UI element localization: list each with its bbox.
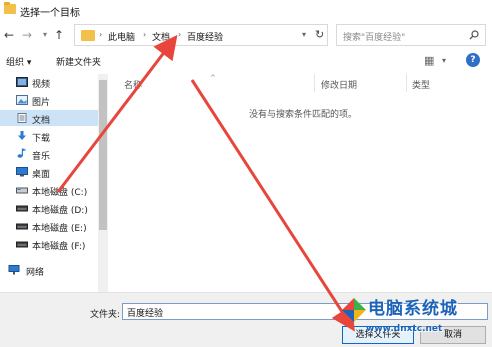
column-divider[interactable]: [314, 74, 315, 92]
refresh-icon[interactable]: ↻: [315, 28, 324, 41]
sort-chevron-up-icon: ^: [210, 74, 216, 82]
column-divider[interactable]: [406, 74, 407, 92]
sidebar-scrollbar[interactable]: [98, 74, 108, 292]
network-icon: [8, 265, 20, 275]
sidebar-item-network[interactable]: 网络: [0, 262, 98, 278]
pictures-icon: [16, 95, 28, 105]
breadcrumb-documents[interactable]: 文档: [152, 30, 170, 43]
forward-arrow-icon[interactable]: →: [20, 27, 34, 43]
breadcrumb-separator-icon[interactable]: ›: [99, 30, 102, 39]
sidebar-item-label: 文档: [32, 116, 51, 126]
column-header-row: 名称 ^ 修改日期 类型: [110, 74, 492, 94]
folder-icon: [81, 30, 95, 41]
sidebar-item-label: 本地磁盘 (C:): [32, 188, 88, 198]
navigation-pane: 视频 图片 文档 下载 音乐 桌面 本地磁盘 (C:) 本地磁盘 (D:) 本地…: [0, 74, 110, 292]
sidebar-item-label: 本地磁盘 (D:): [32, 206, 88, 216]
sidebar-item-downloads[interactable]: 下载: [0, 128, 98, 144]
folder-icon: [4, 2, 16, 14]
sidebar-item-videos[interactable]: 视频: [0, 74, 98, 90]
sidebar-item-label: 视频: [32, 80, 51, 90]
column-header-type[interactable]: 类型: [412, 78, 430, 91]
breadcrumb-separator-icon[interactable]: ›: [178, 30, 181, 39]
sidebar-item-drive-c[interactable]: 本地磁盘 (C:): [0, 182, 98, 198]
sidebar-item-drive-d[interactable]: 本地磁盘 (D:): [0, 200, 98, 216]
view-dropdown-chevron-icon[interactable]: ▾: [442, 56, 446, 65]
sidebar-item-label: 本地磁盘 (E:): [32, 224, 87, 234]
documents-icon: [17, 113, 27, 123]
sidebar-item-desktop[interactable]: 桌面: [0, 164, 98, 180]
drive-icon: [16, 187, 28, 194]
sidebar-item-drive-e[interactable]: 本地磁盘 (E:): [0, 218, 98, 234]
sidebar-item-music[interactable]: 音乐: [0, 146, 98, 162]
music-icon: [17, 148, 27, 158]
new-folder-button[interactable]: 新建文件夹: [56, 55, 101, 68]
breadcrumb-this-pc[interactable]: 此电脑: [108, 30, 135, 43]
sidebar-item-drive-f[interactable]: 本地磁盘 (F:): [0, 236, 98, 252]
sidebar-item-label: 音乐: [32, 152, 51, 162]
scrollbar-thumb[interactable]: [99, 80, 107, 230]
column-header-name[interactable]: 名称: [124, 78, 142, 91]
sidebar-item-label: 图片: [32, 98, 51, 108]
drive-icon: [16, 241, 28, 248]
sidebar-item-label: 桌面: [32, 170, 51, 180]
select-folder-button[interactable]: 选择文件夹: [342, 326, 414, 344]
desktop-icon: [16, 167, 28, 177]
drive-icon: [16, 205, 28, 212]
recent-locations-chevron-icon[interactable]: ▾: [38, 27, 52, 43]
window-title: 选择一个目标: [20, 8, 80, 19]
back-arrow-icon[interactable]: ←: [2, 27, 16, 43]
help-icon[interactable]: ?: [466, 53, 480, 67]
empty-results-message: 没有与搜索条件匹配的项。: [249, 110, 358, 120]
organize-button[interactable]: 组织 ▾: [6, 55, 31, 68]
drive-icon: [16, 223, 28, 230]
address-dropdown-chevron-icon[interactable]: ▾: [302, 30, 306, 39]
video-icon: [16, 77, 28, 87]
view-options-icon[interactable]: ▦: [424, 54, 434, 67]
folder-name-input[interactable]: 百度经验: [122, 303, 488, 320]
search-box[interactable]: 搜索"百度经验": [336, 24, 486, 46]
folder-field-label: 文件夹:: [90, 310, 121, 320]
sidebar-item-label: 下载: [32, 134, 51, 144]
breadcrumb-separator-icon[interactable]: ›: [143, 30, 146, 39]
column-header-date-modified[interactable]: 修改日期: [321, 78, 357, 91]
title-bar: 选择一个目标: [0, 0, 492, 20]
sidebar-item-documents[interactable]: 文档: [0, 110, 98, 126]
search-icon: [469, 30, 479, 40]
cancel-button[interactable]: 取消: [420, 326, 486, 344]
sidebar-item-label: 本地磁盘 (F:): [32, 242, 86, 252]
search-input[interactable]: 搜索"百度经验": [343, 30, 405, 43]
breadcrumb-baidu-experience[interactable]: 百度经验: [187, 30, 223, 43]
download-icon: [18, 131, 26, 140]
sidebar-item-pictures[interactable]: 图片: [0, 92, 98, 108]
up-arrow-icon[interactable]: ↑: [52, 27, 66, 43]
sidebar-item-label: 网络: [26, 268, 45, 278]
address-bar[interactable]: › 此电脑 › 文档 › 百度经验 ▾ ↻: [74, 24, 328, 46]
command-bar: 组织 ▾ 新建文件夹 ▦ ▾ ?: [0, 50, 492, 72]
